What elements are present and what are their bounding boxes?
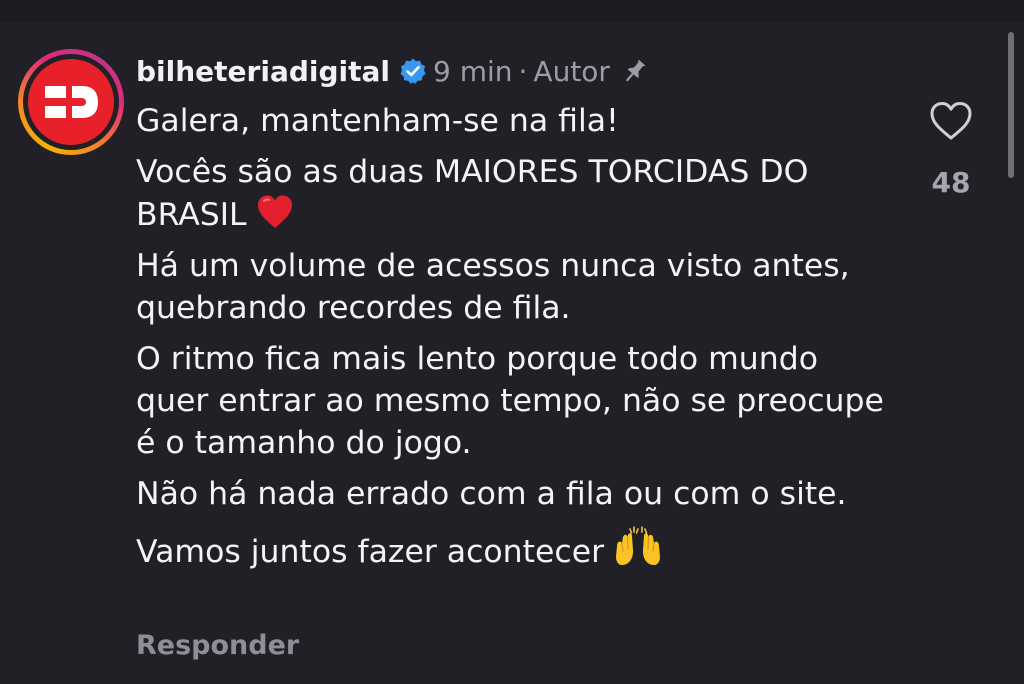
heart-outline-icon[interactable]	[928, 100, 974, 142]
bilheteria-digital-logo-icon	[45, 86, 98, 118]
comment-header: bilheteriadigital 9 min · Autor	[136, 52, 650, 90]
comment-line: Há um volume de acessos nunca visto ante…	[136, 245, 896, 329]
comment-text: Vocês são as duas MAIORES TORCIDAS DO BR…	[136, 154, 809, 233]
comment-line: O ritmo fica mais lento porque todo mund…	[136, 338, 896, 464]
comment-text: Galera, mantenham-se na fila!	[136, 103, 619, 139]
author-label: Autor	[533, 54, 610, 88]
comment-time: 9 min	[433, 54, 513, 88]
comment-line: Vamos juntos fazer acontecer	[136, 524, 896, 573]
verified-badge-icon	[400, 58, 426, 84]
comment-screen: bilheteriadigital 9 min · Autor Galera, …	[0, 0, 1024, 684]
comment-text: Não há nada errado com a fila ou com o s…	[136, 476, 847, 512]
comment-text: Há um volume de acessos nunca visto ante…	[136, 248, 850, 326]
scrollbar[interactable]	[1008, 32, 1014, 178]
comment-text: O ritmo fica mais lento porque todo mund…	[136, 341, 884, 461]
avatar[interactable]	[28, 59, 114, 145]
top-divider	[0, 0, 1024, 22]
comment-line: Não há nada errado com a fila ou com o s…	[136, 473, 896, 515]
pin-icon	[626, 59, 646, 82]
comment-text: Vamos juntos fazer acontecer	[136, 534, 605, 570]
avatar-story-ring[interactable]	[18, 49, 124, 155]
comment-body: Galera, mantenham-se na fila! Vocês são …	[136, 100, 896, 582]
comment-line: Galera, mantenham-se na fila!	[136, 100, 896, 142]
username[interactable]: bilheteriadigital	[136, 55, 390, 88]
like-count: 48	[931, 166, 971, 199]
meta-separator: ·	[518, 54, 528, 88]
reply-button[interactable]: Responder	[136, 630, 299, 661]
red-heart-icon	[257, 195, 292, 228]
raising-hands-icon	[616, 526, 661, 565]
comment-line: Vocês são as duas MAIORES TORCIDAS DO BR…	[136, 151, 896, 236]
